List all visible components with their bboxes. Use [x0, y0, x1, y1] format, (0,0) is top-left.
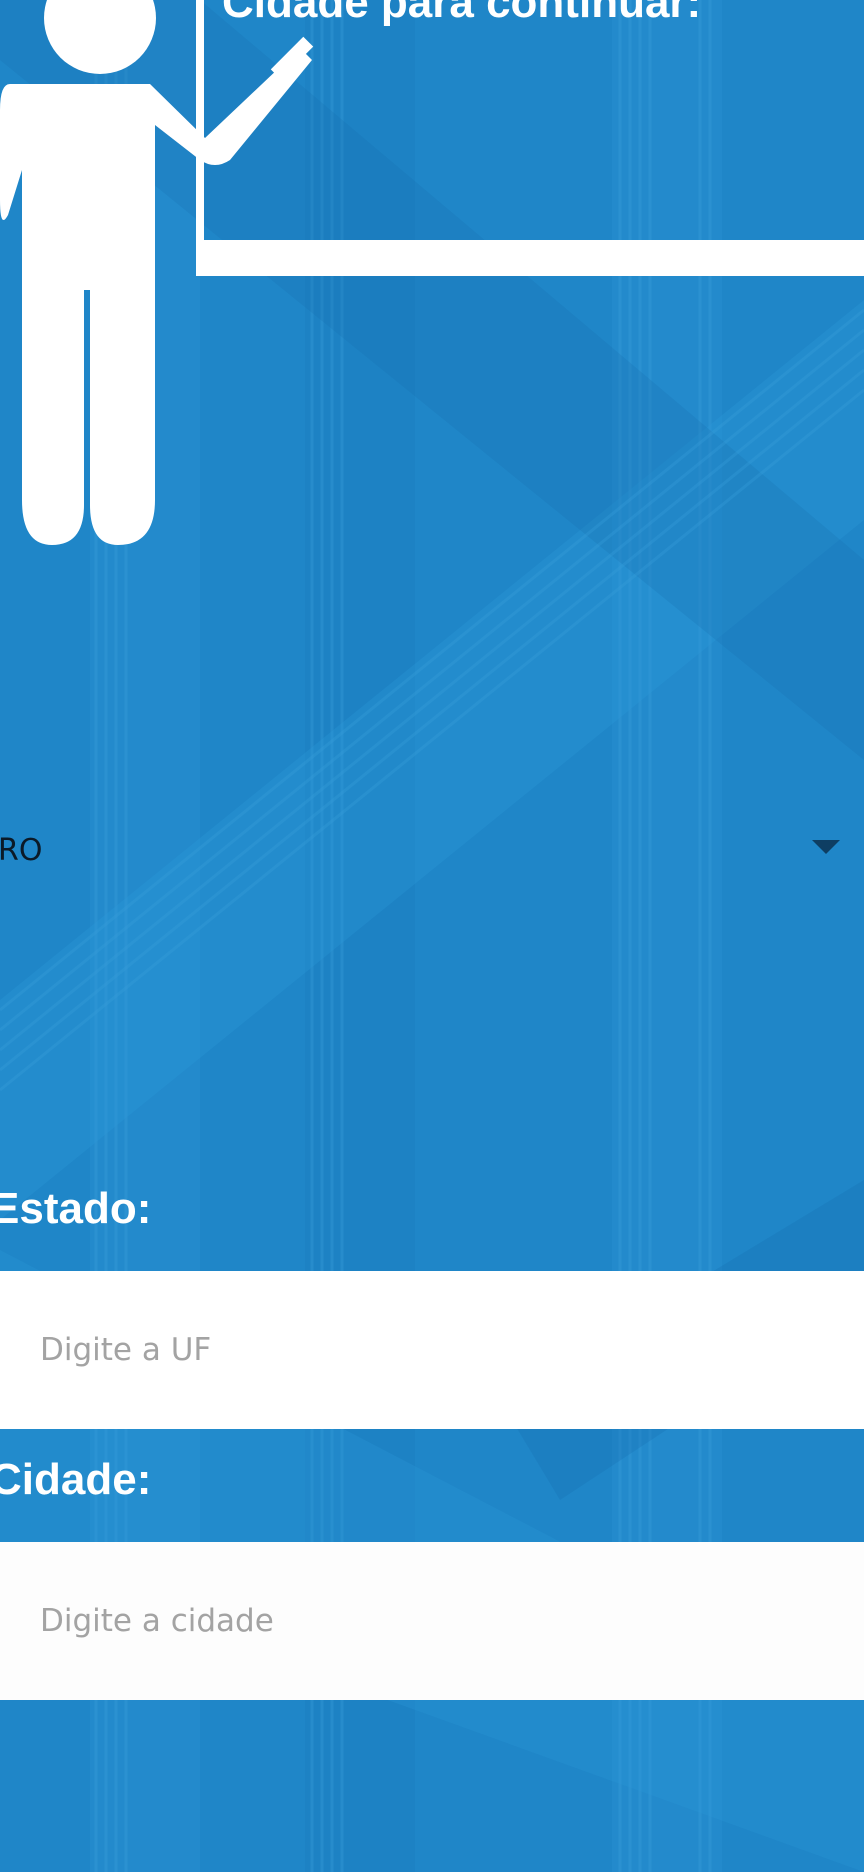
state-dropdown-value: RO — [0, 832, 43, 868]
teacher-presenting-icon — [0, 0, 314, 545]
estado-label: Estado: — [0, 1184, 152, 1233]
state-dropdown[interactable]: RO — [0, 810, 864, 890]
page-title: Cidade para continuar: — [222, 0, 702, 27]
uf-input[interactable] — [0, 1271, 864, 1429]
cidade-input[interactable] — [0, 1542, 864, 1700]
cidade-label: Cidade: — [0, 1455, 152, 1504]
caret-down-icon[interactable] — [812, 840, 840, 854]
